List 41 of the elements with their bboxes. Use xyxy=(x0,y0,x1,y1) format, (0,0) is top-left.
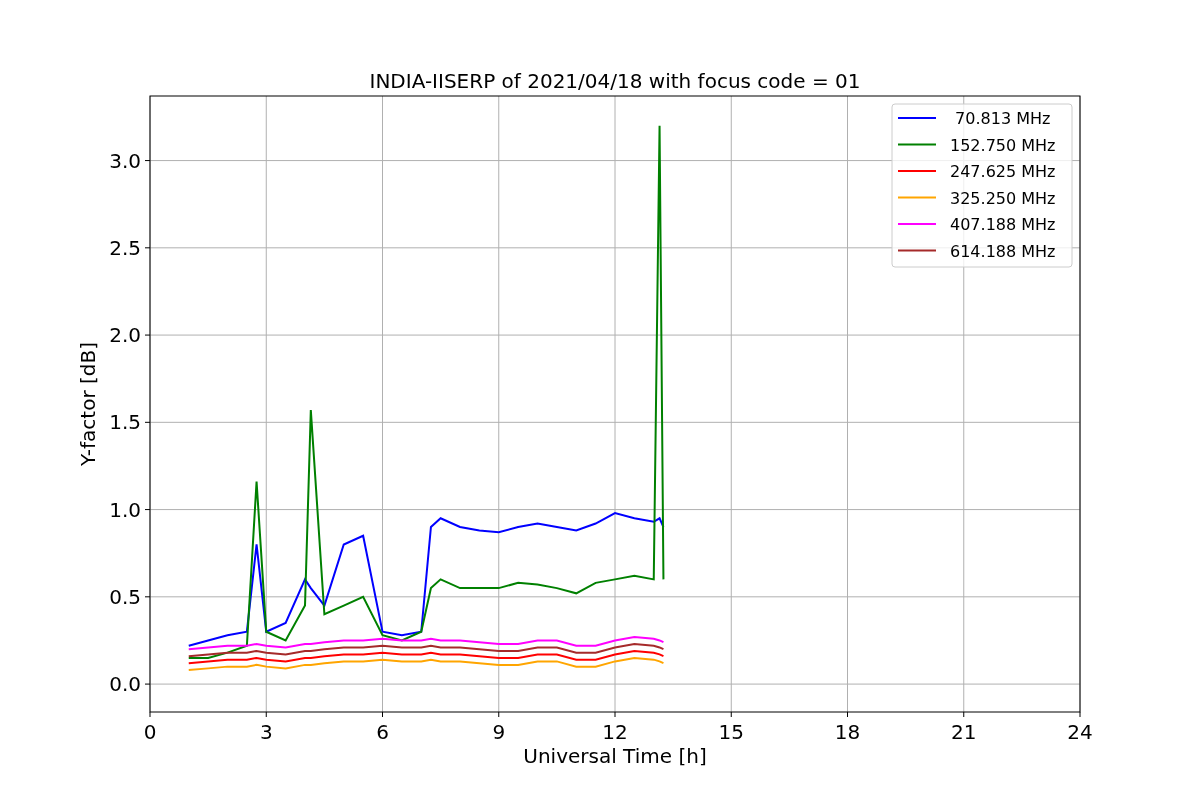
axis-tick xyxy=(144,247,151,249)
y-tick-label: 0.5 xyxy=(109,584,141,609)
axis-tick xyxy=(730,711,732,718)
y-tick-label: 2.0 xyxy=(109,323,141,348)
legend-label: 152.750 MHz xyxy=(950,135,1056,155)
y-axis-label: Y-factor [dB] xyxy=(76,342,100,466)
axis-tick xyxy=(144,334,151,336)
x-tick-label: 3 xyxy=(259,720,273,744)
axis-tick xyxy=(265,711,267,718)
y-tick-label: 1.5 xyxy=(109,410,141,435)
x-axis-label: Universal Time [h] xyxy=(523,744,707,768)
x-tick-label: 24 xyxy=(1067,720,1093,744)
axis-tick xyxy=(498,711,500,718)
y-tick-label: 1.0 xyxy=(109,497,141,522)
axis-tick xyxy=(144,509,151,511)
y-tick-label: 0.0 xyxy=(109,672,141,697)
x-tick-label: 6 xyxy=(376,720,389,744)
x-tick-label: 21 xyxy=(951,720,977,744)
axis-tick xyxy=(382,711,383,718)
y-tick-label: 3.0 xyxy=(109,148,141,173)
axis-tick xyxy=(144,160,151,162)
axis-tick xyxy=(963,711,965,718)
legend-label: 247.625 MHz xyxy=(950,162,1056,181)
x-tick-label: 18 xyxy=(834,720,861,744)
legend-label: 407.188 MHz xyxy=(950,215,1056,234)
axis-tick xyxy=(144,683,151,685)
axis-tick xyxy=(144,421,151,423)
axis-tick xyxy=(847,711,848,718)
x-tick-label: 9 xyxy=(492,720,506,744)
legend-label: 614.188 MHz xyxy=(950,241,1056,261)
legend-label: 325.250 MHz xyxy=(950,188,1056,208)
legend-label: 70.813 MHz xyxy=(955,109,1051,128)
x-tick-label: 12 xyxy=(602,720,628,744)
x-tick-label: 0 xyxy=(143,720,157,744)
axis-tick xyxy=(614,711,616,718)
axis-tick xyxy=(149,711,151,718)
chart-title: INDIA-IISERP of 2021/04/18 with focus code = 01 xyxy=(369,69,861,93)
y-tick-label: 2.5 xyxy=(109,235,141,260)
x-tick-label: 15 xyxy=(718,720,744,744)
axis-tick xyxy=(144,596,151,598)
axis-tick xyxy=(1079,711,1081,718)
